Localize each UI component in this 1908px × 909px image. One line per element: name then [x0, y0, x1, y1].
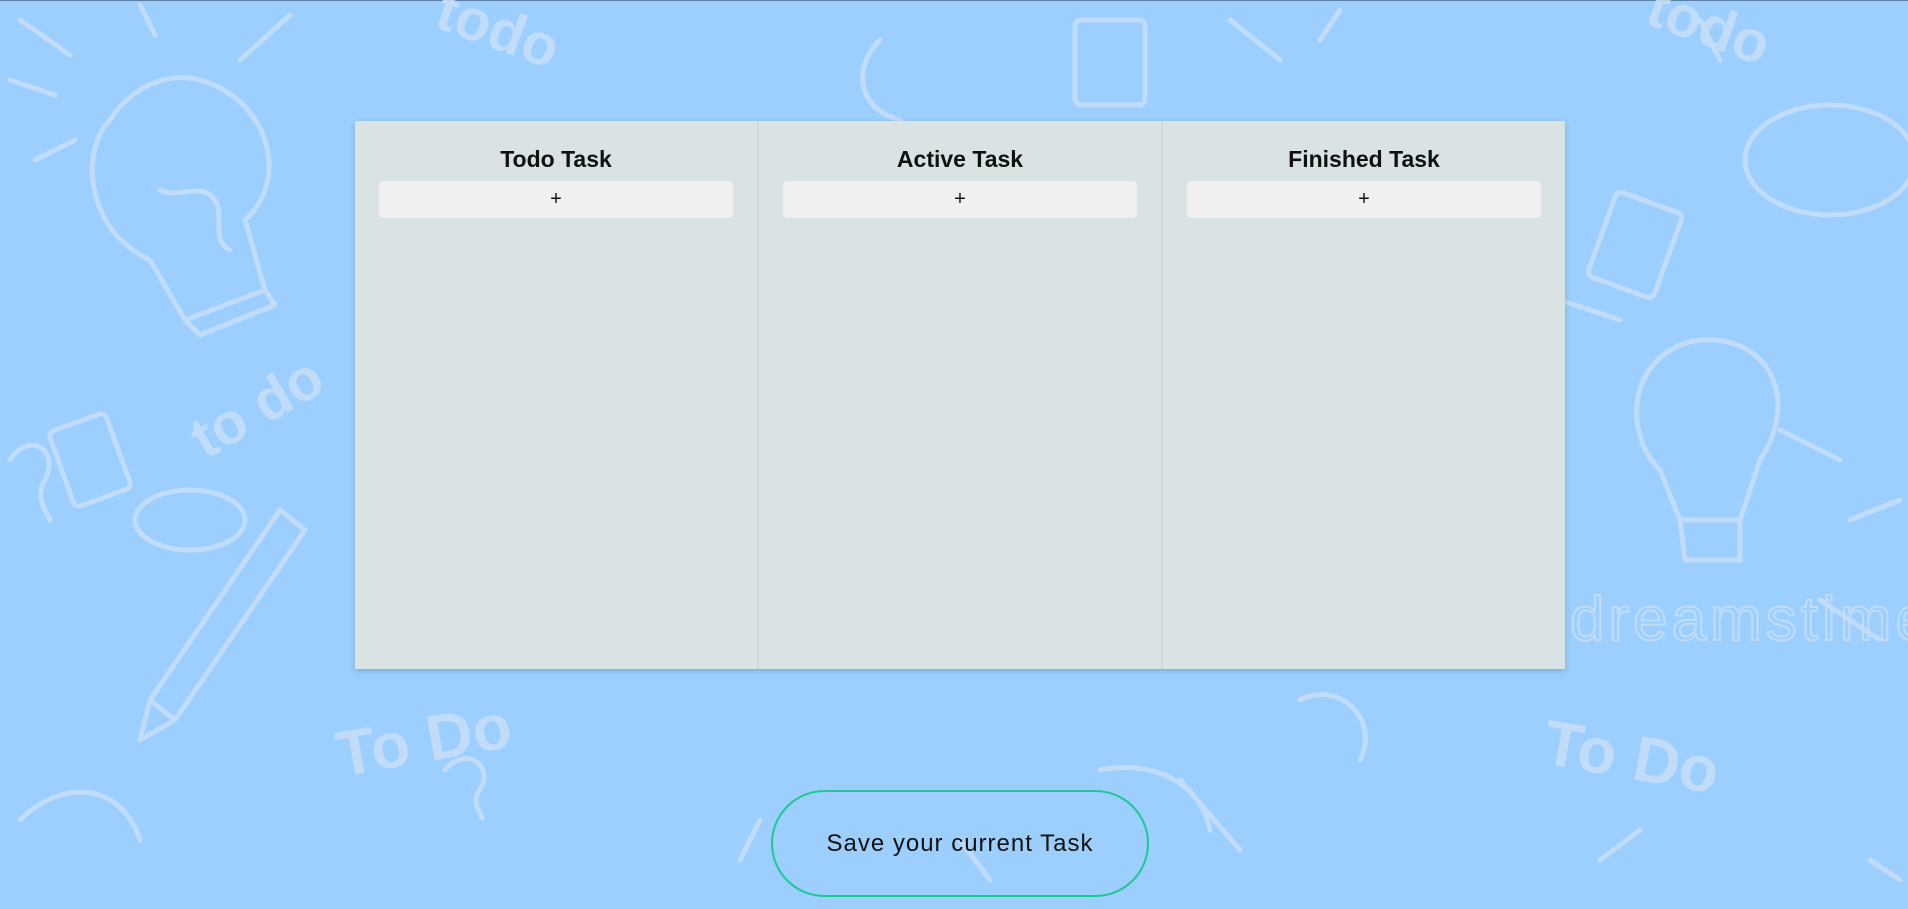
column-title-finished: Finished Task: [1288, 146, 1440, 172]
column-title-active: Active Task: [896, 146, 1024, 172]
save-task-button[interactable]: Save your current Task: [771, 790, 1149, 897]
svg-text:To Do: To Do: [331, 689, 517, 791]
active-column: Active Task +: [757, 121, 1161, 669]
add-todo-task-button[interactable]: +: [379, 181, 733, 218]
task-board: Todo Task + Active Task + Finished Task …: [355, 121, 1565, 669]
svg-text:To Do: To Do: [1538, 706, 1724, 808]
svg-text:dreamstime: dreamstime: [1570, 585, 1908, 654]
lightbulb-doodle-left: [89, 75, 278, 338]
svg-text:todo: todo: [428, 0, 568, 81]
column-title-todo: Todo Task: [500, 146, 612, 172]
lightbulb-doodle-right: [1634, 337, 1781, 563]
todo-column: Todo Task +: [355, 121, 757, 669]
add-finished-task-button[interactable]: +: [1187, 181, 1541, 218]
svg-text:todo: todo: [1639, 0, 1779, 78]
add-active-task-button[interactable]: +: [783, 181, 1137, 218]
svg-text:to do: to do: [179, 344, 334, 471]
finished-column: Finished Task +: [1161, 121, 1565, 669]
